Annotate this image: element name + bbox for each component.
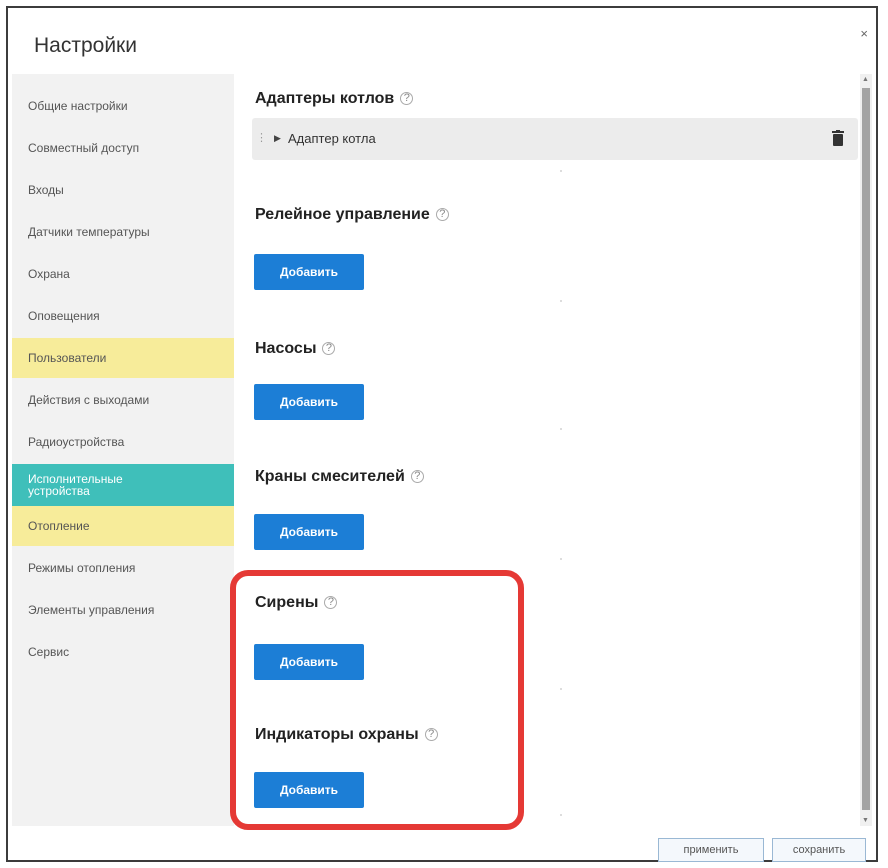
sidebar-item-label: Радиоустройства [28, 435, 125, 449]
content-scrollbar[interactable]: ▲ ▼ [860, 74, 872, 826]
sidebar-item-label: Охрана [28, 267, 70, 281]
divider-dot [560, 428, 562, 430]
boiler-adapter-item[interactable]: ⋮ ▶ Адаптер котла [252, 118, 858, 160]
settings-sidebar: Общие настройки Совместный доступ Входы … [12, 74, 234, 826]
sidebar-item-label: Сервис [28, 645, 70, 659]
sidebar-item-label: Входы [28, 183, 64, 197]
sidebar-item-radio-devices[interactable]: Радиоустройства [12, 422, 234, 462]
add-mixer-button[interactable]: Добавить [254, 514, 364, 550]
section-title-text: Адаптеры котлов [255, 90, 395, 107]
sidebar-item-controls[interactable]: Элементы управления [12, 590, 234, 630]
sidebar-item-label: Действия с выходами [28, 393, 150, 407]
sidebar-item-label: Датчики температуры [28, 225, 150, 239]
sidebar-item-security[interactable]: Охрана [12, 254, 234, 294]
boiler-adapter-label: Адаптер котла [288, 131, 376, 146]
sidebar-item-label: Общие настройки [28, 99, 128, 113]
sidebar-item-label: Отопление [28, 519, 90, 533]
section-title-text: Краны смесителей [255, 468, 405, 485]
sidebar-item-label: Пользователи [28, 351, 107, 365]
sidebar-item-inputs[interactable]: Входы [12, 170, 234, 210]
section-title-text: Релейное управление [255, 206, 430, 223]
sidebar-item-heating[interactable]: Отопление [12, 506, 234, 546]
dialog-title: Настройки [34, 34, 137, 57]
sidebar-item-general[interactable]: Общие настройки [12, 86, 234, 126]
divider-dot [560, 814, 562, 816]
section-title-pumps: Насосы? [255, 340, 336, 358]
scroll-down-icon[interactable]: ▼ [862, 817, 869, 824]
save-button[interactable]: сохранить [772, 838, 866, 862]
sidebar-item-label: Исполнительные устройства [28, 472, 123, 498]
sidebar-item-label: Режимы отопления [28, 561, 136, 575]
apply-button[interactable]: применить [658, 838, 764, 862]
help-icon[interactable]: ? [322, 342, 336, 355]
dialog-titlebar: Настройки × [8, 8, 876, 74]
trash-icon[interactable] [832, 130, 844, 146]
divider-dot [560, 558, 562, 560]
sidebar-item-notifications[interactable]: Оповещения [12, 296, 234, 336]
sidebar-item-heating-modes[interactable]: Режимы отопления [12, 548, 234, 588]
sidebar-item-actuators[interactable]: Исполнительные устройства [12, 464, 234, 506]
help-icon[interactable]: ? [400, 92, 414, 105]
add-pump-button[interactable]: Добавить [254, 384, 364, 420]
sidebar-item-users[interactable]: Пользователи [12, 338, 234, 378]
sidebar-item-temperature-sensors[interactable]: Датчики температуры [12, 212, 234, 252]
help-icon[interactable]: ? [435, 208, 449, 221]
sidebar-item-output-actions[interactable]: Действия с выходами [12, 380, 234, 420]
section-title-boiler-adapters: Адаптеры котлов? [255, 90, 414, 108]
divider-dot [560, 170, 562, 172]
sidebar-item-service[interactable]: Сервис [12, 632, 234, 672]
section-title-relay: Релейное управление? [255, 206, 449, 224]
sidebar-item-label: Элементы управления [28, 603, 155, 617]
divider-dot [560, 300, 562, 302]
sidebar-item-label: Совместный доступ [28, 141, 140, 155]
add-relay-button[interactable]: Добавить [254, 254, 364, 290]
section-title-text: Насосы [255, 340, 317, 357]
caret-right-icon[interactable]: ▶ [274, 133, 281, 144]
sidebar-item-shared-access[interactable]: Совместный доступ [12, 128, 234, 168]
scroll-thumb[interactable] [862, 88, 870, 810]
sidebar-item-label: Оповещения [28, 309, 100, 323]
drag-handle-icon[interactable]: ⋮ [256, 131, 267, 144]
annotation-highlight-box [230, 570, 524, 830]
scroll-up-icon[interactable]: ▲ [862, 76, 869, 83]
section-title-mixers: Краны смесителей? [255, 468, 424, 486]
close-icon[interactable]: × [860, 26, 868, 41]
help-icon[interactable]: ? [410, 470, 424, 483]
divider-dot [560, 688, 562, 690]
